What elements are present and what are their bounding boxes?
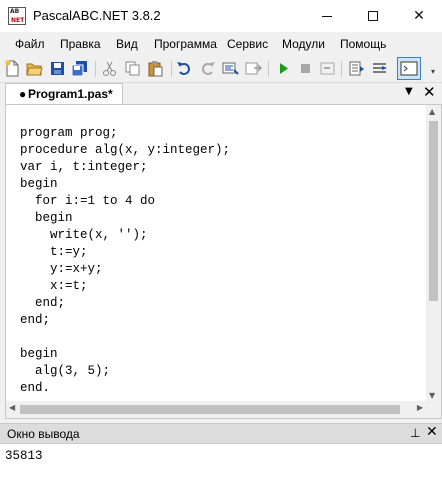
new-file-icon[interactable] [4,60,21,77]
code-line: end; [20,296,66,310]
scroll-left-icon[interactable]: ◀ [9,403,15,412]
code-line: end; [20,313,51,327]
minimize-icon [322,15,332,17]
scroll-down-icon[interactable]: ▼ [429,391,435,400]
paste-icon[interactable] [147,60,164,77]
tab-label: Program1.pas* [28,87,113,101]
redo-icon[interactable] [199,60,216,77]
watch-icon[interactable] [348,60,365,77]
output-panel[interactable]: 35813 [0,443,442,487]
cut-icon[interactable] [101,60,118,77]
code-line: var i, t:integer; [20,160,148,174]
horizontal-scrollbar[interactable]: ◀ ▶ [6,401,441,418]
minimize-button[interactable] [304,0,350,32]
code-text[interactable]: program prog; procedure alg(x, y:integer)… [20,108,230,431]
pin-icon[interactable]: ⊥ [410,426,420,440]
save-icon[interactable] [49,60,66,77]
copy-icon[interactable] [124,60,141,77]
menu-view[interactable]: Вид [116,37,138,51]
save-all-icon[interactable] [71,60,88,77]
open-icon[interactable] [26,60,43,77]
toolbar-separator [171,61,172,77]
toolbar: ▾ [0,55,442,83]
output-panel-header: Окно вывода ⊥ ✕ [0,423,442,443]
toolbar-separator [95,61,96,77]
debug-icon[interactable] [371,60,388,77]
menu-service[interactable]: Сервис [227,37,268,51]
close-output-icon[interactable]: ✕ [426,424,438,440]
output-panel-title: Окно вывода [7,427,80,441]
export-icon[interactable] [245,60,262,77]
code-line: begin [20,347,58,361]
tab-list-dropdown-icon[interactable]: ▼ [405,86,413,97]
scroll-right-icon[interactable]: ▶ [417,403,423,412]
code-editor[interactable]: program prog; procedure alg(x, y:integer)… [5,104,442,419]
title-bar: AB NET PascalABC.NET 3.8.2 ✕ [0,0,442,32]
code-line: procedure alg(x, y:integer); [20,143,231,157]
toolbar-separator [341,61,342,77]
pascalabc-logo-icon: AB NET [8,7,26,25]
code-line: write(x, ''); [20,228,148,242]
tab-strip: ● Program1.pas* ▼ ✕ [0,83,442,104]
modified-marker: ● [19,87,27,101]
horizontal-scroll-thumb[interactable] [20,405,400,414]
console-icon[interactable] [397,57,421,80]
undo-icon[interactable] [176,60,193,77]
maximize-icon [368,11,378,21]
code-line: begin [20,177,58,191]
close-window-button[interactable]: ✕ [396,0,442,32]
tab-program1[interactable]: ● Program1.pas* [5,83,123,104]
code-line: end. [20,381,51,395]
stop-icon[interactable] [297,60,314,77]
code-line: begin [20,211,73,225]
vertical-scroll-thumb[interactable] [429,121,438,301]
code-line: program prog; [20,126,118,140]
menu-modules[interactable]: Модули [282,37,325,51]
maximize-button[interactable] [350,0,396,32]
toolbar-separator [268,61,269,77]
format-icon[interactable] [222,60,239,77]
code-line: t:=y; [20,245,88,259]
menu-program[interactable]: Программа [154,37,217,51]
code-line: y:=x+y; [20,262,103,276]
menu-help[interactable]: Помощь [340,37,386,51]
step-icon[interactable] [319,60,336,77]
window-title: PascalABC.NET 3.8.2 [33,8,161,23]
code-line: alg(3, 5); [20,364,111,378]
scroll-up-icon[interactable]: ▲ [429,107,435,116]
menu-edit[interactable]: Правка [60,37,101,51]
run-icon[interactable] [275,60,292,77]
code-line: x:=t; [20,279,88,293]
output-text: 35813 [5,449,43,463]
close-tab-icon[interactable]: ✕ [423,83,436,101]
menu-bar: Файл Правка Вид Программа Сервис Модули … [0,32,442,55]
vertical-scrollbar[interactable]: ▲ ▼ [426,105,441,402]
overflow-icon[interactable]: ▾ [431,67,435,76]
code-line: for i:=1 to 4 do [20,194,156,208]
close-icon: ✕ [413,8,425,24]
menu-file[interactable]: Файл [15,37,45,51]
